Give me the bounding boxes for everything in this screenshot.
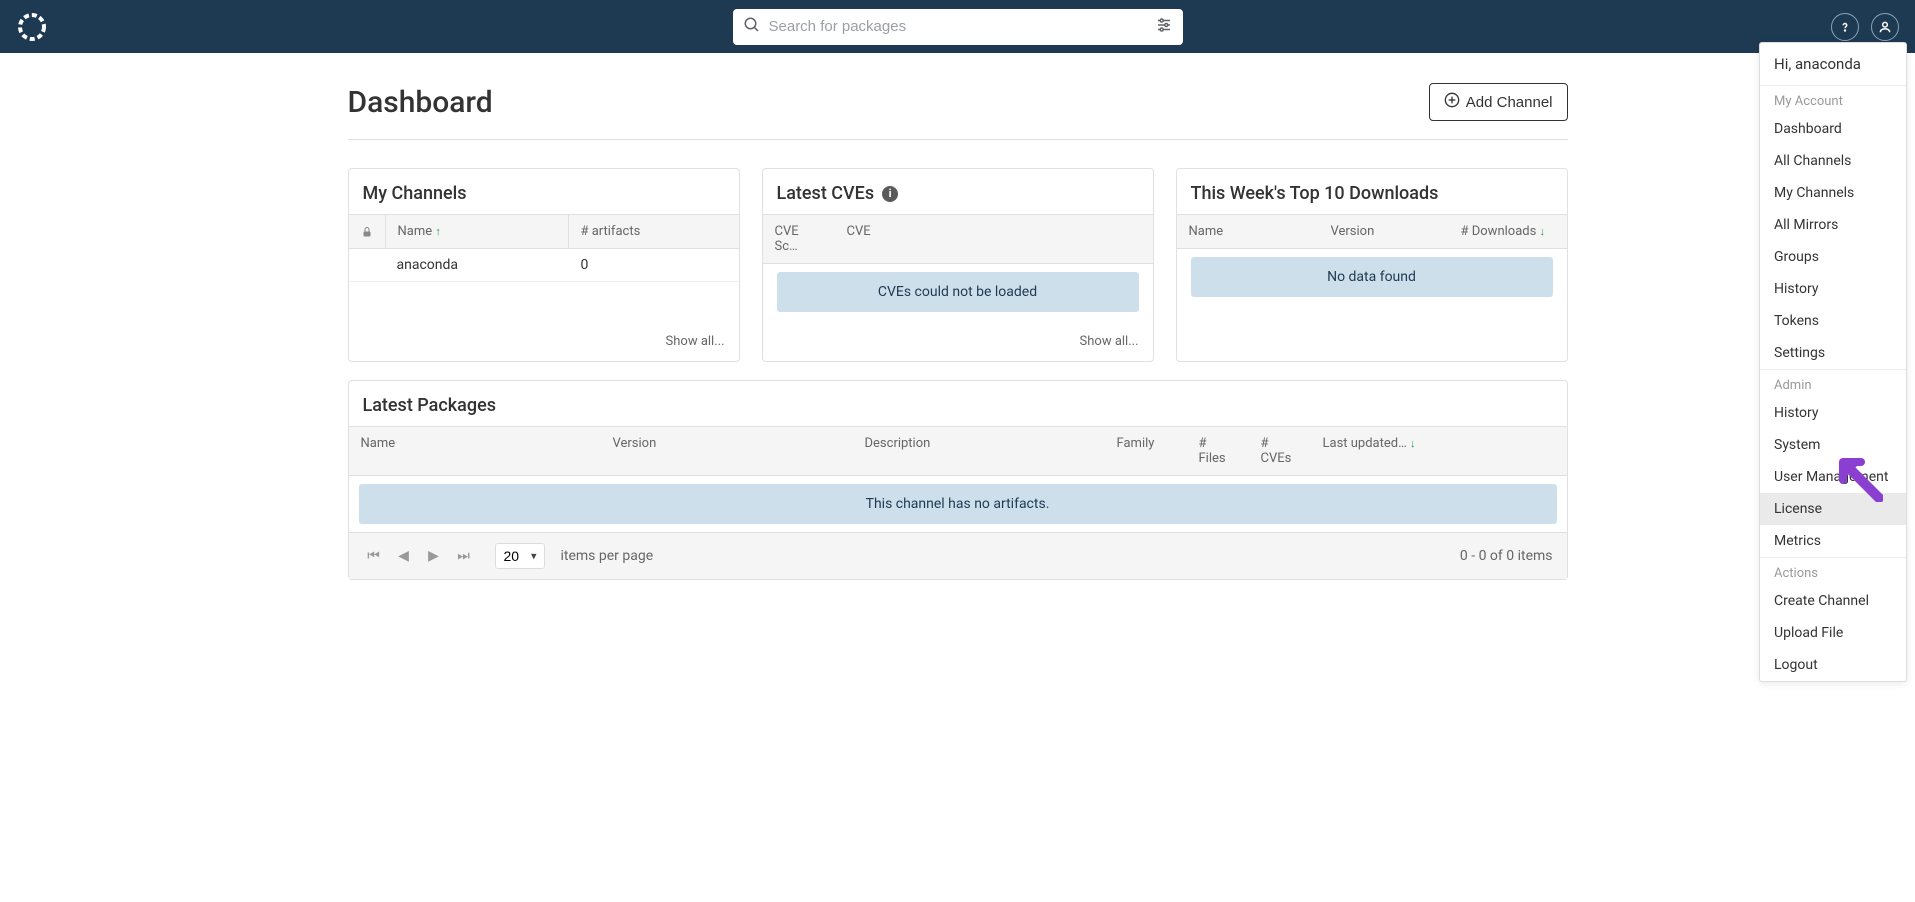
dropdown-item-groups[interactable]: Groups (1760, 241, 1906, 273)
top-downloads-head: Name Version # Downloads ↓ (1177, 214, 1567, 249)
show-all-link[interactable]: Show all... (666, 334, 725, 349)
latest-packages-head: Name Version Description Family # Files … (349, 426, 1567, 476)
dropdown-item-create-channel[interactable]: Create Channel (1760, 585, 1906, 617)
pagination-info: 0 - 0 of 0 items (1460, 548, 1553, 564)
table-row[interactable]: anaconda 0 (349, 249, 739, 282)
page-first-button[interactable]: ⏮ (363, 545, 385, 567)
help-icon[interactable] (1831, 13, 1859, 41)
add-channel-button[interactable]: Add Channel (1429, 83, 1568, 121)
my-channels-card: My Channels Name ↑ # artifacts anaconda … (348, 168, 740, 362)
col-description[interactable]: Description (853, 427, 1105, 475)
dropdown-item-user-management[interactable]: User Management (1760, 461, 1906, 493)
dropdown-item-settings[interactable]: Settings (1760, 337, 1906, 369)
dropdown-section-account: My Account (1760, 86, 1906, 113)
topbar: Hi, anaconda My Account Dashboard All Ch… (0, 0, 1915, 53)
dropdown-item-logout[interactable]: Logout (1760, 649, 1906, 681)
dropdown-item-upload-file[interactable]: Upload File (1760, 617, 1906, 649)
dropdown-item-history[interactable]: History (1760, 273, 1906, 305)
sort-asc-icon: ↑ (435, 225, 441, 238)
col-cve[interactable]: CVE (835, 215, 1153, 263)
page-title: Dashboard (348, 85, 493, 120)
plus-circle-icon (1444, 92, 1460, 112)
dropdown-item-admin-history[interactable]: History (1760, 397, 1906, 429)
page-last-button[interactable]: ⏭ (453, 545, 475, 567)
add-channel-label: Add Channel (1466, 94, 1553, 111)
dropdown-item-system[interactable]: System (1760, 429, 1906, 461)
dropdown-item-dashboard[interactable]: Dashboard (1760, 113, 1906, 145)
latest-packages-card: Latest Packages Name Version Description… (348, 380, 1568, 580)
page-next-button[interactable]: ▶ (423, 545, 445, 567)
top-downloads-alert: No data found (1191, 257, 1553, 297)
logo[interactable] (16, 11, 48, 43)
pagination: ⏮ ◀ ▶ ⏭ 20 items per page 0 - 0 of 0 ite… (349, 532, 1567, 579)
col-artifacts[interactable]: # artifacts (569, 215, 739, 248)
cards-row: My Channels Name ↑ # artifacts anaconda … (348, 168, 1568, 362)
latest-cves-card: Latest CVEs i CVE Sc… CVE CVEs could not… (762, 168, 1154, 362)
top-downloads-card: This Week's Top 10 Downloads Name Versio… (1176, 168, 1568, 362)
my-channels-title: My Channels (363, 183, 725, 204)
col-cves[interactable]: # CVEs (1249, 427, 1311, 475)
dropdown-item-my-channels[interactable]: My Channels (1760, 177, 1906, 209)
page-size-select[interactable]: 20 (495, 543, 545, 569)
dropdown-item-all-mirrors[interactable]: All Mirrors (1760, 209, 1906, 241)
search-box (733, 9, 1183, 45)
latest-cves-title: Latest CVEs (777, 183, 875, 204)
channel-name: anaconda (385, 249, 569, 281)
dropdown-item-tokens[interactable]: Tokens (1760, 305, 1906, 337)
sort-desc-icon: ↓ (1540, 225, 1546, 238)
latest-packages-title: Latest Packages (363, 395, 1553, 416)
filter-icon[interactable] (1155, 16, 1173, 38)
page-prev-button[interactable]: ◀ (393, 545, 415, 567)
search-wrap (733, 9, 1183, 45)
cves-head: CVE Sc… CVE (763, 214, 1153, 264)
show-all-link[interactable]: Show all... (1080, 334, 1139, 349)
dropdown-item-all-channels[interactable]: All Channels (1760, 145, 1906, 177)
col-version[interactable]: Version (601, 427, 853, 475)
sort-desc-icon: ↓ (1410, 437, 1416, 450)
channel-artifacts: 0 (569, 249, 739, 281)
search-icon (743, 16, 761, 38)
col-name[interactable]: Name (1177, 215, 1319, 248)
dropdown-section-admin: Admin (1760, 370, 1906, 397)
col-version[interactable]: Version (1319, 215, 1449, 248)
dropdown-item-metrics[interactable]: Metrics (1760, 525, 1906, 557)
main-container: Dashboard Add Channel My Channels Name ↑… (348, 53, 1568, 610)
user-dropdown: Hi, anaconda My Account Dashboard All Ch… (1759, 42, 1907, 682)
info-icon[interactable]: i (882, 186, 898, 202)
topbar-right (1831, 13, 1899, 41)
col-family[interactable]: Family (1105, 427, 1187, 475)
dropdown-greeting: Hi, anaconda (1760, 43, 1906, 85)
dropdown-item-license[interactable]: License (1760, 493, 1906, 525)
top-downloads-title: This Week's Top 10 Downloads (1191, 183, 1553, 204)
col-cve-score[interactable]: CVE Sc… (763, 215, 835, 263)
items-per-page-label: items per page (561, 548, 654, 564)
cves-alert: CVEs could not be loaded (777, 272, 1139, 312)
latest-packages-alert: This channel has no artifacts. (359, 484, 1557, 524)
my-channels-head: Name ↑ # artifacts (349, 214, 739, 249)
page-header: Dashboard Add Channel (348, 83, 1568, 140)
col-files[interactable]: # Files (1187, 427, 1249, 475)
col-name[interactable]: Name ↑ (385, 215, 569, 248)
col-name[interactable]: Name (349, 427, 601, 475)
lock-icon (349, 215, 385, 248)
col-updated[interactable]: Last updated… ↓ (1311, 427, 1567, 475)
dropdown-section-actions: Actions (1760, 558, 1906, 585)
search-input[interactable] (769, 18, 1155, 35)
col-downloads[interactable]: # Downloads ↓ (1449, 215, 1567, 248)
user-icon[interactable] (1871, 13, 1899, 41)
